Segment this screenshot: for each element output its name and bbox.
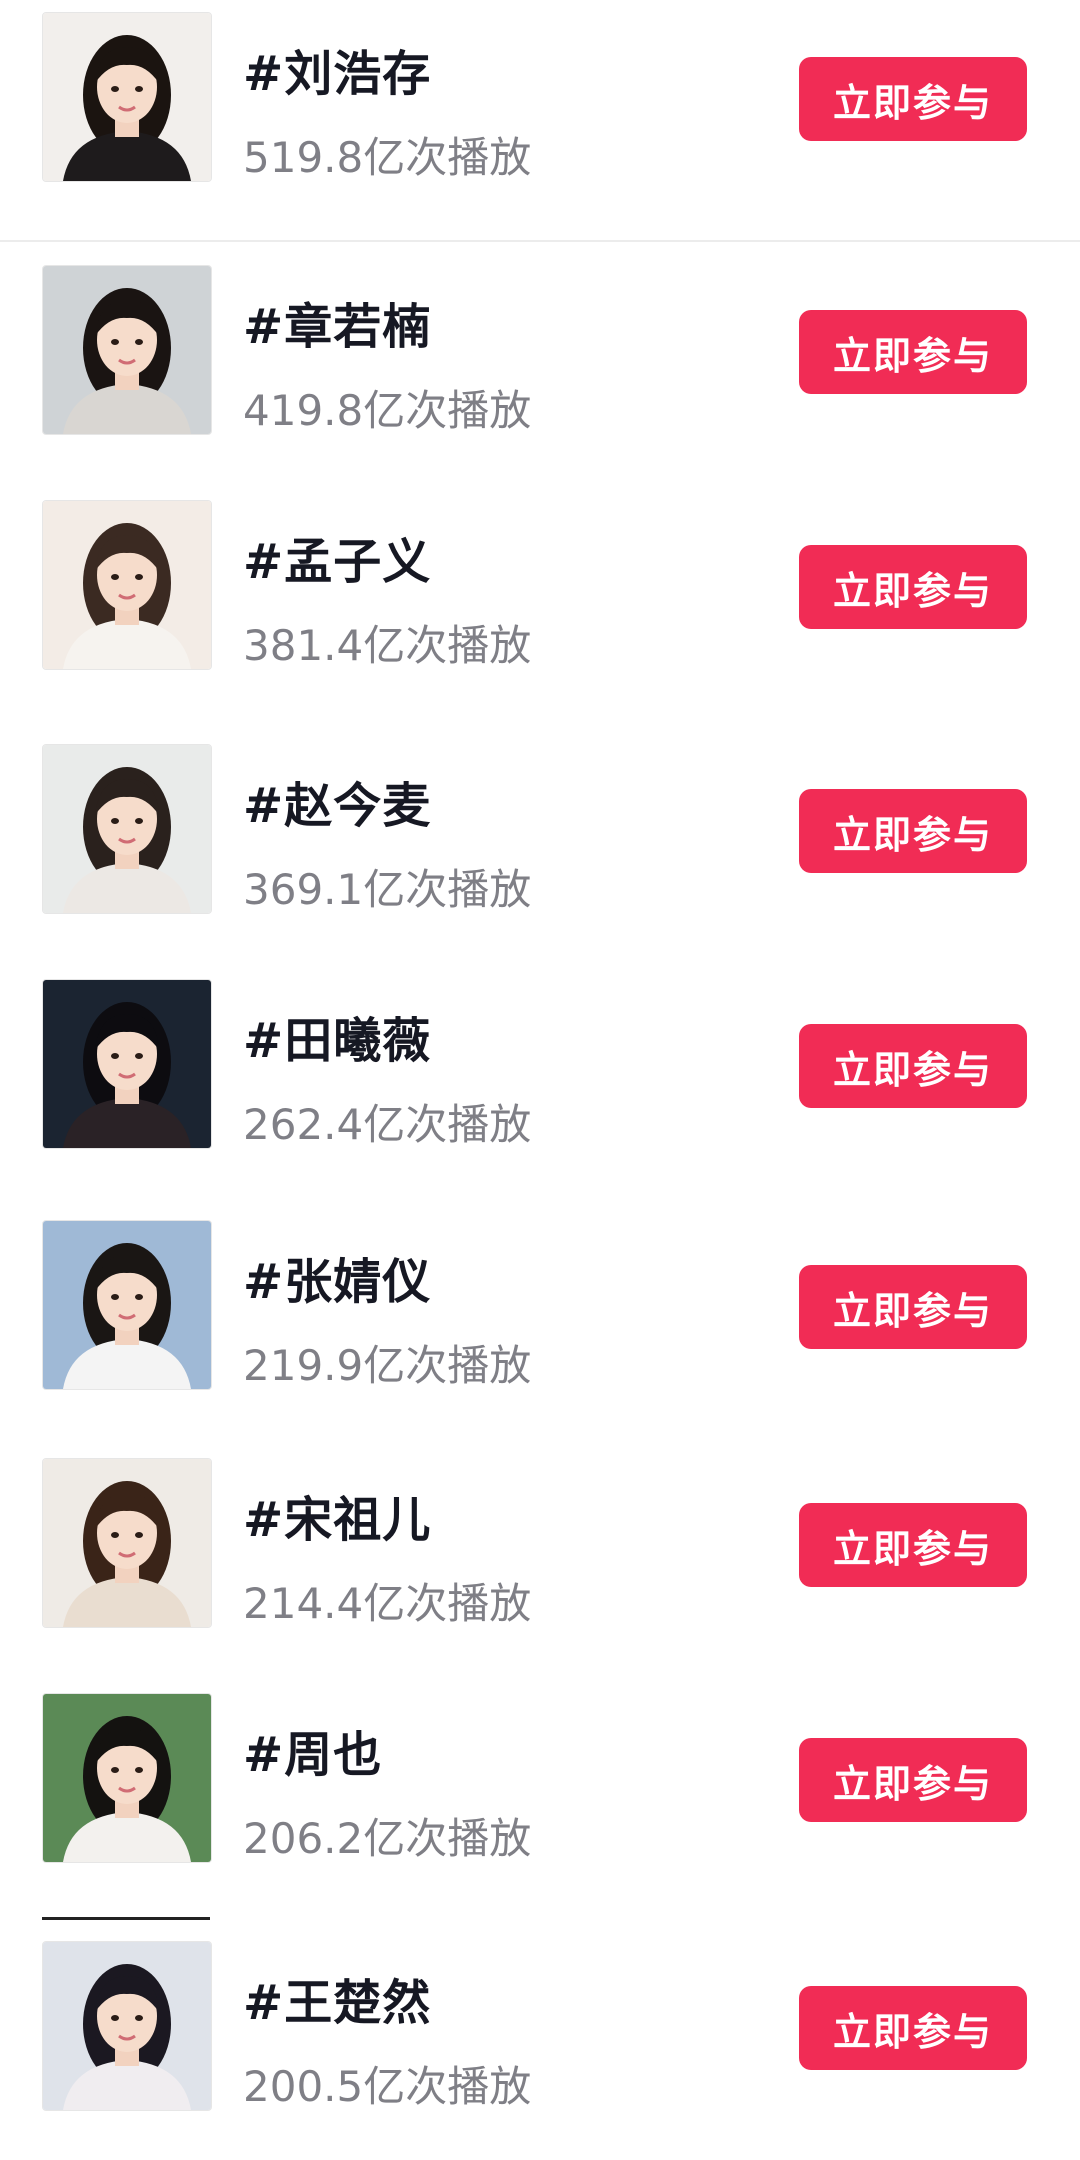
list-item[interactable]: #张婧仪 219.9亿次播放 立即参与: [0, 1220, 1080, 1420]
topic-title[interactable]: #孟子义: [243, 522, 431, 592]
join-button[interactable]: 立即参与: [799, 1503, 1027, 1587]
portrait-photo: [43, 1459, 211, 1627]
topic-title[interactable]: #赵今麦: [243, 766, 431, 836]
portrait-photo: [43, 266, 211, 434]
divider: [42, 1917, 210, 1920]
portrait-photo: [43, 501, 211, 669]
list-item[interactable]: #赵今麦 369.1亿次播放 立即参与: [0, 744, 1080, 944]
list-item[interactable]: #王楚然 200.5亿次播放 立即参与: [0, 1941, 1080, 2141]
join-button[interactable]: 立即参与: [799, 1024, 1027, 1108]
play-count: 200.5亿次播放: [243, 2062, 532, 2111]
portrait-photo: [43, 13, 211, 181]
topic-title[interactable]: #王楚然: [243, 1963, 431, 2033]
avatar[interactable]: [42, 1693, 212, 1863]
portrait-photo: [43, 1694, 211, 1862]
play-count: 219.9亿次播放: [243, 1341, 532, 1390]
avatar[interactable]: [42, 12, 212, 182]
play-count: 519.8亿次播放: [243, 133, 532, 182]
play-count: 206.2亿次播放: [243, 1814, 532, 1863]
join-button[interactable]: 立即参与: [799, 1265, 1027, 1349]
avatar[interactable]: [42, 1941, 212, 2111]
join-button[interactable]: 立即参与: [799, 310, 1027, 394]
avatar[interactable]: [42, 1458, 212, 1628]
list-item[interactable]: #章若楠 419.8亿次播放 立即参与: [0, 265, 1080, 465]
avatar[interactable]: [42, 744, 212, 914]
join-button[interactable]: 立即参与: [799, 1738, 1027, 1822]
list-item[interactable]: #刘浩存 519.8亿次播放 立即参与: [0, 12, 1080, 212]
portrait-photo: [43, 745, 211, 913]
avatar[interactable]: [42, 1220, 212, 1390]
avatar[interactable]: [42, 265, 212, 435]
topic-title[interactable]: #刘浩存: [243, 34, 431, 104]
topic-title[interactable]: #周也: [243, 1715, 382, 1785]
avatar[interactable]: [42, 500, 212, 670]
portrait-photo: [43, 980, 211, 1148]
avatar[interactable]: [42, 979, 212, 1149]
play-count: 214.4亿次播放: [243, 1579, 532, 1628]
topic-title[interactable]: #田曦薇: [243, 1001, 431, 1071]
list-item[interactable]: #周也 206.2亿次播放 立即参与: [0, 1693, 1080, 1893]
list-item[interactable]: #田曦薇 262.4亿次播放 立即参与: [0, 979, 1080, 1179]
play-count: 369.1亿次播放: [243, 865, 532, 914]
join-button[interactable]: 立即参与: [799, 1986, 1027, 2070]
portrait-photo: [43, 1221, 211, 1389]
list-item[interactable]: #宋祖儿 214.4亿次播放 立即参与: [0, 1458, 1080, 1658]
list-item[interactable]: #孟子义 381.4亿次播放 立即参与: [0, 500, 1080, 700]
play-count: 419.8亿次播放: [243, 386, 532, 435]
topic-title[interactable]: #宋祖儿: [243, 1480, 431, 1550]
play-count: 381.4亿次播放: [243, 621, 532, 670]
portrait-photo: [43, 1942, 211, 2110]
join-button[interactable]: 立即参与: [799, 57, 1027, 141]
join-button[interactable]: 立即参与: [799, 545, 1027, 629]
topic-list: #刘浩存 519.8亿次播放 立即参与 #章若楠 419.8亿次播放 立即参与 #孟子义 38…: [0, 0, 1080, 2160]
topic-title[interactable]: #张婧仪: [243, 1242, 431, 1312]
topic-title[interactable]: #章若楠: [243, 287, 431, 357]
divider: [0, 240, 1080, 242]
play-count: 262.4亿次播放: [243, 1100, 532, 1149]
join-button[interactable]: 立即参与: [799, 789, 1027, 873]
